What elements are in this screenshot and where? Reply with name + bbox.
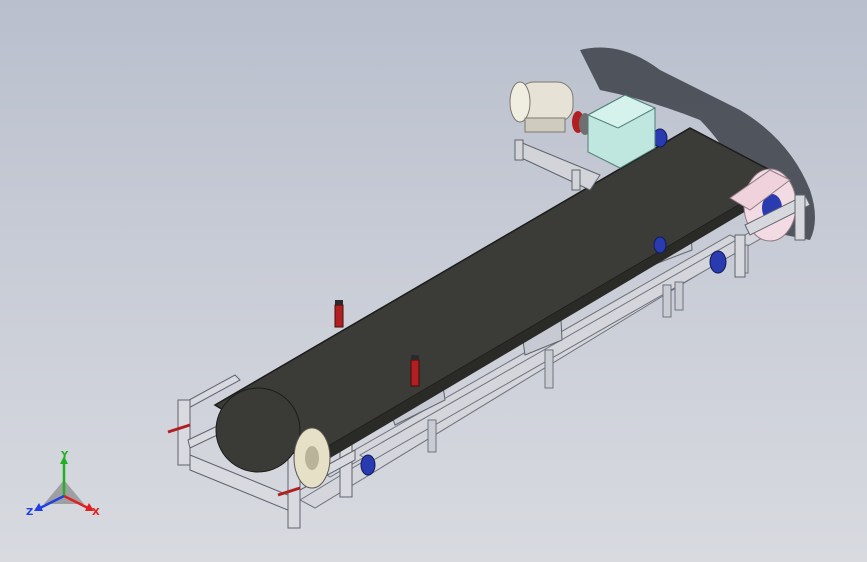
- y-axis-label: Y: [60, 450, 69, 461]
- drive-base: [514, 139, 601, 191]
- conveyor-belt: [213, 127, 787, 461]
- 3d-viewport[interactable]: Y X Z: [0, 0, 867, 562]
- x-axis-label: X: [92, 507, 100, 518]
- conveyor-model[interactable]: [0, 0, 867, 562]
- electric-motor: [509, 81, 574, 133]
- z-axis-label: Z: [26, 507, 33, 518]
- coordinate-triad-icon: Y X Z: [26, 450, 100, 518]
